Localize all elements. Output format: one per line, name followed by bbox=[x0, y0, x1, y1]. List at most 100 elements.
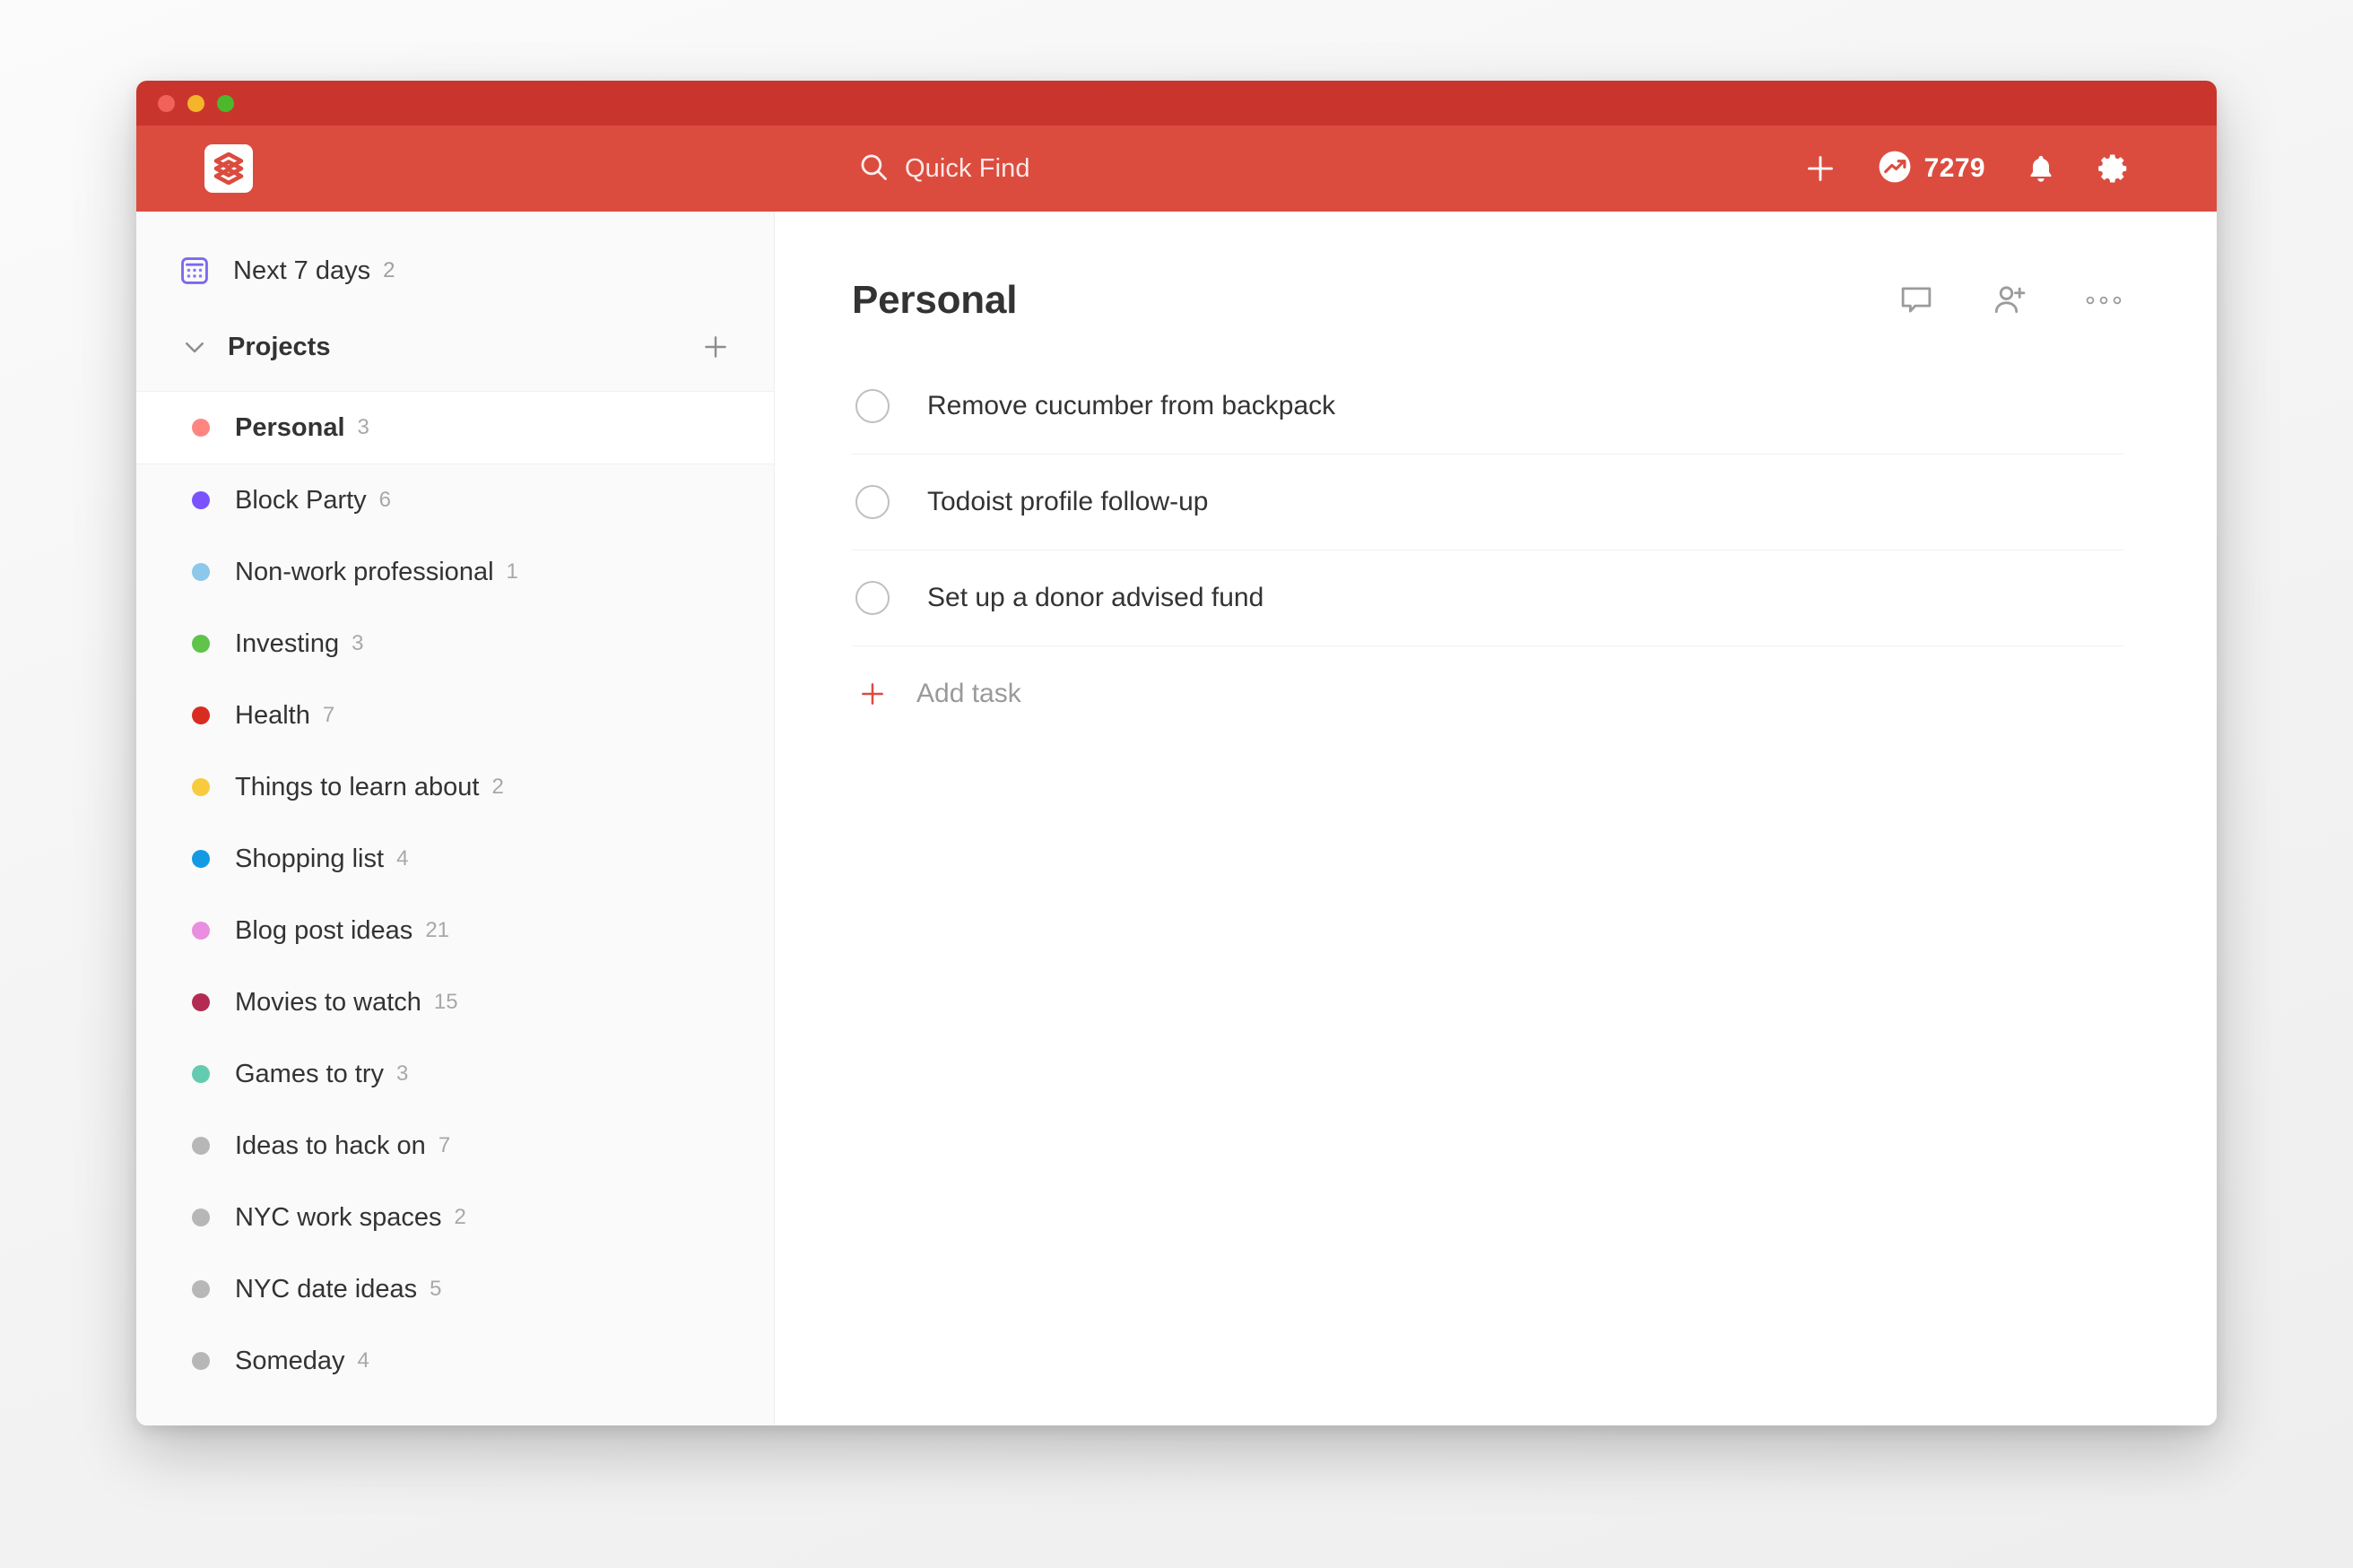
sidebar-project-item[interactable]: Health 7 bbox=[136, 680, 774, 751]
task-list: Remove cucumber from backpack Todoist pro… bbox=[852, 359, 2123, 646]
project-name: Non-work professional bbox=[235, 557, 494, 586]
sidebar-project-item[interactable]: Blog post ideas 21 bbox=[136, 895, 774, 966]
project-color-dot bbox=[192, 1352, 210, 1370]
minimize-button[interactable] bbox=[187, 95, 204, 112]
sidebar-project-item[interactable]: Games to try 3 bbox=[136, 1038, 774, 1110]
task-text: Todoist profile follow-up bbox=[927, 487, 1209, 516]
todoist-logo[interactable] bbox=[204, 144, 253, 193]
zoom-button[interactable] bbox=[217, 95, 234, 112]
task-row[interactable]: Todoist profile follow-up bbox=[852, 455, 2123, 550]
project-name: Games to try bbox=[235, 1059, 384, 1088]
gear-icon[interactable] bbox=[2097, 152, 2131, 186]
project-name: Block Party bbox=[235, 485, 367, 515]
task-text: Set up a donor advised fund bbox=[927, 583, 1264, 612]
project-task-count: 7 bbox=[438, 1133, 451, 1157]
project-name: NYC work spaces bbox=[235, 1202, 442, 1232]
quick-find[interactable]: Quick Find bbox=[858, 126, 1030, 212]
project-color-dot bbox=[192, 1280, 210, 1298]
sidebar-project-item[interactable]: Investing 3 bbox=[136, 608, 774, 680]
add-task-toolbar-button[interactable] bbox=[1802, 151, 1838, 186]
search-icon bbox=[858, 152, 889, 186]
task-checkbox[interactable] bbox=[855, 581, 890, 615]
sidebar-project-item[interactable]: Shopping list 4 bbox=[136, 823, 774, 895]
sidebar-project-item[interactable]: Things to learn about 2 bbox=[136, 751, 774, 823]
add-person-icon[interactable] bbox=[1991, 282, 2028, 319]
task-row[interactable]: Remove cucumber from backpack bbox=[852, 359, 2123, 455]
task-text: Remove cucumber from backpack bbox=[927, 391, 1336, 420]
project-color-dot bbox=[192, 922, 210, 940]
project-color-dot bbox=[192, 1208, 210, 1226]
project-color-dot bbox=[192, 563, 210, 581]
app-toolbar: Quick Find 7279 bbox=[136, 126, 2217, 212]
window-titlebar bbox=[136, 81, 2217, 126]
project-color-dot bbox=[192, 993, 210, 1011]
app-body: Next 7 days 2 Projects Personal 3 Block … bbox=[136, 212, 2217, 1425]
project-color-dot bbox=[192, 1137, 210, 1155]
task-row[interactable]: Set up a donor advised fund bbox=[852, 550, 2123, 646]
project-name: Personal bbox=[235, 412, 345, 442]
sidebar-project-item[interactable]: NYC work spaces 2 bbox=[136, 1182, 774, 1253]
sidebar-item-count: 2 bbox=[383, 258, 395, 282]
project-color-dot bbox=[192, 1065, 210, 1083]
chevron-down-icon[interactable] bbox=[179, 334, 210, 360]
project-name: Health bbox=[235, 700, 310, 730]
plus-icon bbox=[855, 679, 890, 709]
search-input[interactable]: Quick Find bbox=[905, 154, 1030, 184]
project-color-dot bbox=[192, 778, 210, 796]
add-project-button[interactable] bbox=[700, 332, 731, 362]
sidebar-project-item[interactable]: Personal 3 bbox=[136, 391, 774, 464]
project-name: Movies to watch bbox=[235, 987, 421, 1017]
project-color-dot bbox=[192, 706, 210, 724]
todoist-window: Quick Find 7279 Next 7 days 2 Projects P… bbox=[136, 81, 2217, 1425]
project-task-count: 1 bbox=[506, 559, 518, 584]
project-task-count: 4 bbox=[396, 846, 409, 871]
task-checkbox[interactable] bbox=[855, 389, 890, 423]
sidebar-project-item[interactable]: Block Party 6 bbox=[136, 464, 774, 536]
project-name: Blog post ideas bbox=[235, 915, 413, 945]
comments-icon[interactable] bbox=[1897, 282, 1935, 319]
sidebar-project-item[interactable]: Someday 4 bbox=[136, 1325, 774, 1397]
project-color-dot bbox=[192, 491, 210, 509]
project-task-count: 2 bbox=[454, 1205, 466, 1229]
task-checkbox[interactable] bbox=[855, 485, 890, 519]
desktop-background: Quick Find 7279 Next 7 days 2 Projects P… bbox=[0, 0, 2353, 1568]
window-controls bbox=[158, 95, 234, 112]
add-task-label: Add task bbox=[916, 679, 1021, 708]
close-button[interactable] bbox=[158, 95, 175, 112]
project-task-count: 7 bbox=[322, 703, 335, 727]
project-header-actions bbox=[1897, 282, 2123, 319]
sidebar-item-label: Next 7 days bbox=[233, 256, 371, 285]
karma-points: 7279 bbox=[1923, 153, 1985, 183]
project-task-count: 15 bbox=[433, 990, 458, 1014]
main-content: Personal Remove cucumber from backpack T… bbox=[775, 212, 2217, 1425]
project-color-dot bbox=[192, 635, 210, 653]
karma-trend-icon bbox=[1878, 150, 1912, 188]
add-task-button[interactable]: Add task bbox=[852, 646, 2123, 741]
sidebar-project-item[interactable]: NYC date ideas 5 bbox=[136, 1253, 774, 1325]
more-options-icon[interactable] bbox=[2084, 291, 2123, 309]
project-task-count: 3 bbox=[396, 1061, 409, 1086]
sidebar-project-item[interactable]: Ideas to hack on 7 bbox=[136, 1110, 774, 1182]
project-task-count: 5 bbox=[430, 1277, 442, 1301]
project-name: Ideas to hack on bbox=[235, 1131, 426, 1160]
project-name: NYC date ideas bbox=[235, 1274, 418, 1304]
sidebar: Next 7 days 2 Projects Personal 3 Block … bbox=[136, 212, 775, 1425]
project-name: Shopping list bbox=[235, 844, 385, 873]
project-task-count: 21 bbox=[425, 918, 450, 942]
project-name: Someday bbox=[235, 1346, 345, 1375]
sidebar-project-item[interactable]: Non-work professional 1 bbox=[136, 536, 774, 608]
projects-section-header[interactable]: Projects bbox=[136, 307, 774, 387]
bell-icon[interactable] bbox=[2025, 152, 2057, 185]
projects-section-title: Projects bbox=[228, 332, 331, 361]
sidebar-project-item[interactable]: Movies to watch 15 bbox=[136, 966, 774, 1038]
project-header: Personal bbox=[852, 278, 2123, 323]
karma-button[interactable]: 7279 bbox=[1878, 150, 1985, 188]
project-task-count: 2 bbox=[491, 775, 504, 799]
calendar-grid-icon bbox=[179, 256, 210, 286]
sidebar-item-next-7-days[interactable]: Next 7 days 2 bbox=[136, 235, 774, 307]
project-task-count: 4 bbox=[357, 1348, 369, 1373]
project-task-count: 3 bbox=[357, 415, 369, 439]
page-title: Personal bbox=[852, 278, 1018, 322]
project-task-count: 3 bbox=[352, 631, 364, 655]
project-name: Things to learn about bbox=[235, 772, 480, 801]
